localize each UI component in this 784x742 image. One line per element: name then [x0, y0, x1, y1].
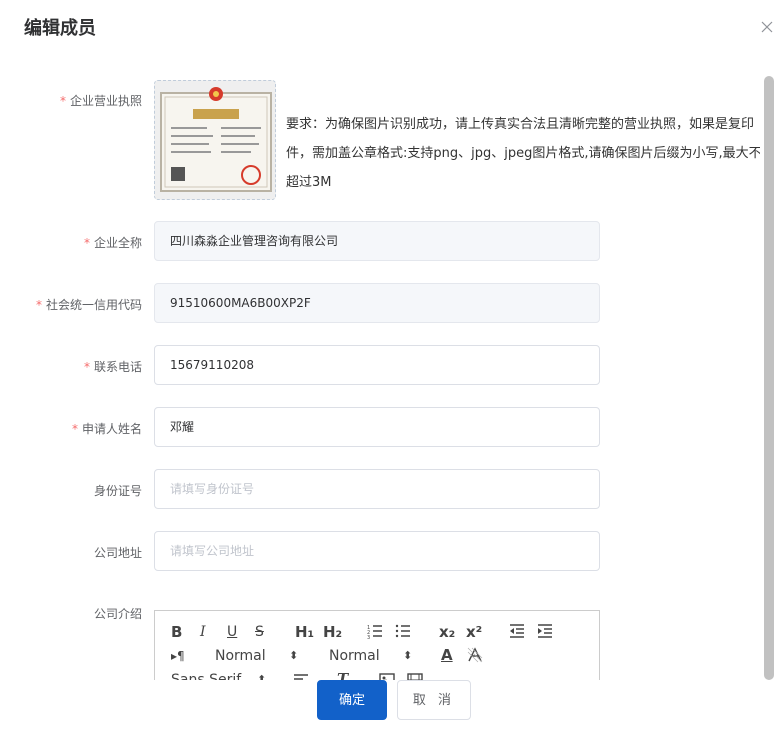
background-color-icon[interactable]: [467, 647, 483, 667]
dialog-title: 编辑成员: [24, 18, 96, 39]
company-name-input[interactable]: 四川森淼企业管理咨询有限公司: [154, 221, 600, 261]
dialog-footer: 确定 取 消: [0, 680, 784, 742]
underline-button[interactable]: U: [227, 624, 237, 640]
company-name-label: * 企业全称: [83, 236, 142, 250]
required-mark: *: [35, 298, 42, 312]
phone-input[interactable]: 15679110208: [154, 345, 600, 385]
required-mark: *: [71, 422, 78, 436]
license-image: [155, 81, 275, 199]
superscript-button[interactable]: x²: [466, 624, 482, 640]
chevron-updown-icon[interactable]: ⬍: [289, 648, 298, 664]
header-select-value: Normal: [329, 648, 380, 664]
credit-code-label: * 社会统一信用代码: [35, 298, 142, 312]
required-mark: *: [59, 94, 66, 108]
close-icon[interactable]: [760, 20, 774, 34]
id-number-input[interactable]: 请填写身份证号: [154, 469, 600, 509]
header-select[interactable]: Normal: [329, 648, 380, 664]
video-icon[interactable]: [407, 672, 423, 680]
id-number-label: 身份证号: [93, 484, 142, 498]
license-label: * 企业营业执照: [59, 94, 142, 108]
italic-button[interactable]: I: [200, 624, 206, 640]
upload-requirement-text: 要求：为确保图片识别成功，请上传真实合法且清晰完整的营业执照，如果是复印件，需加…: [286, 117, 760, 190]
font-select[interactable]: Sans Serif: [171, 672, 241, 680]
size-select[interactable]: Normal: [215, 648, 266, 664]
scrollbar[interactable]: [764, 76, 774, 680]
applicant-input[interactable]: 邓耀: [154, 407, 600, 447]
required-mark: *: [83, 360, 90, 374]
rich-text-editor: B I U S H₁ H₂ 123 x₂ x² ▸¶ Normal ⬍ Norm…: [154, 610, 600, 680]
font-select-value: Sans Serif: [171, 672, 242, 680]
address-label: 公司地址: [93, 546, 142, 560]
strike-button[interactable]: S: [255, 624, 264, 640]
chevron-updown-icon[interactable]: ⬍: [403, 648, 412, 664]
required-mark: *: [83, 236, 90, 250]
address-placeholder: 请填写公司地址: [170, 544, 255, 558]
applicant-label: * 申请人姓名: [71, 422, 142, 436]
outdent-icon[interactable]: [509, 623, 525, 643]
bold-button[interactable]: B: [171, 624, 182, 640]
id-number-placeholder: 请填写身份证号: [170, 482, 255, 496]
h2-button[interactable]: H₂: [323, 624, 342, 640]
intro-label: 公司介绍: [93, 607, 142, 621]
phone-label: * 联系电话: [83, 360, 142, 374]
credit-code-input[interactable]: 91510600MA6B00XP2F: [154, 283, 600, 323]
clean-format-button[interactable]: T: [337, 671, 348, 680]
align-icon[interactable]: [293, 672, 309, 680]
image-icon[interactable]: [379, 672, 395, 680]
size-select-value: Normal: [215, 648, 266, 664]
subscript-button[interactable]: x₂: [439, 624, 455, 640]
indent-icon[interactable]: [537, 623, 553, 643]
cancel-button[interactable]: 取 消: [397, 680, 471, 720]
license-upload[interactable]: [154, 80, 276, 200]
member-form: * 企业营业执照 要求：为确保图片识别成功，请上传真实合法且清晰完整的营业执照，…: [0, 70, 760, 680]
chevron-updown-icon[interactable]: ⬍: [257, 672, 266, 680]
h1-button[interactable]: H₁: [295, 624, 314, 640]
address-input[interactable]: 请填写公司地址: [154, 531, 600, 571]
bullet-list-icon[interactable]: [395, 623, 411, 643]
ordered-list-icon[interactable]: 123: [367, 623, 383, 643]
text-direction-button[interactable]: ▸¶: [171, 648, 185, 664]
confirm-button[interactable]: 确定: [317, 680, 387, 720]
font-color-button[interactable]: A: [441, 647, 453, 663]
svg-text:3: 3: [367, 635, 370, 639]
edit-member-dialog: 编辑成员 * 企业营业执照 要求：为确保图片识别成功，请上传真实合法且清晰完整的…: [0, 0, 784, 742]
